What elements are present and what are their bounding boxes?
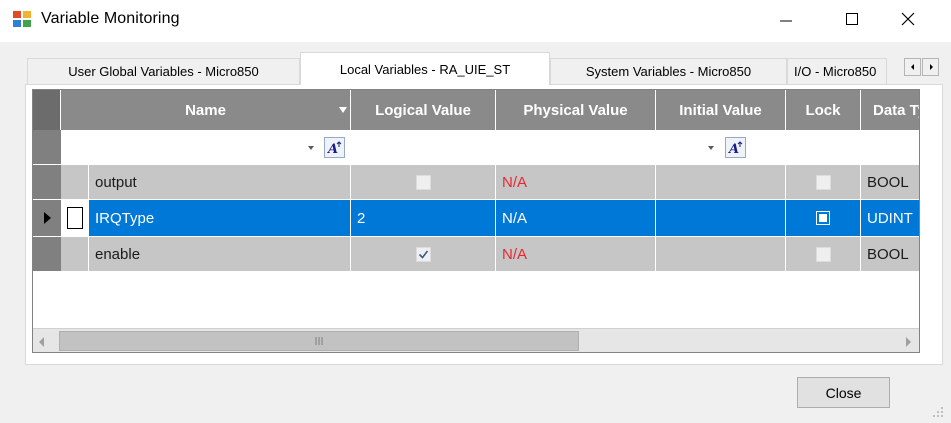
maximize-button[interactable]	[829, 0, 875, 38]
svg-text:A: A	[728, 142, 739, 155]
logical-value-checkbox[interactable]	[415, 174, 431, 190]
cell-text: 2	[357, 209, 366, 227]
tab-local-variables[interactable]: Local Variables - RA_UIE_ST	[300, 52, 550, 85]
title-bar: Variable Monitoring	[0, 0, 951, 42]
column-header-initial-value[interactable]: Initial Value	[656, 90, 786, 130]
cell-lock[interactable]	[786, 200, 861, 237]
minimize-button[interactable]	[763, 0, 809, 38]
column-header-label: Data Type	[873, 101, 919, 119]
maximize-icon	[846, 13, 858, 25]
cell-text: BOOL	[867, 173, 909, 191]
initial-value-filter-button[interactable]: A	[725, 137, 746, 158]
tab-system-variables[interactable]: System Variables - Micro850	[550, 58, 787, 84]
tab-label: User Global Variables - Micro850	[68, 64, 259, 79]
column-header-logical-value[interactable]: Logical Value	[351, 90, 496, 130]
name-filter-button[interactable]: A	[324, 137, 345, 158]
cell-text: output	[95, 173, 137, 191]
cell-lock[interactable]	[786, 165, 861, 200]
cell-initial-value[interactable]	[656, 165, 786, 200]
column-header-data-type[interactable]: Data Type	[861, 90, 919, 130]
column-header-lock[interactable]: Lock	[786, 90, 861, 130]
cell-name[interactable]: output	[89, 165, 351, 200]
variables-grid: Name Logical Value Physical Value Initia…	[32, 89, 920, 353]
close-window-button[interactable]	[885, 0, 931, 38]
cell-data-type: UDINT	[861, 200, 919, 237]
minimize-icon	[780, 20, 792, 22]
close-icon	[901, 12, 915, 26]
cell-logical-value[interactable]	[351, 237, 496, 272]
tab-label: Local Variables - RA_UIE_ST	[339, 61, 511, 77]
close-button[interactable]: Close	[797, 377, 890, 408]
cell-text: enable	[95, 245, 141, 263]
lock-checkbox[interactable]	[815, 246, 831, 262]
cell-lock[interactable]	[786, 237, 861, 272]
cell-text: N/A	[502, 209, 528, 227]
filter-font-icon: A	[327, 140, 341, 155]
cell-name[interactable]: IRQType	[89, 200, 351, 237]
row-selector[interactable]	[61, 200, 89, 237]
column-header-label: Logical Value	[375, 101, 471, 119]
row-selector[interactable]	[61, 165, 89, 200]
chevron-left-icon	[910, 64, 914, 70]
cell-physical-value: N/A	[496, 165, 656, 200]
checkmark-icon	[418, 250, 428, 259]
cell-initial-value[interactable]	[656, 237, 786, 272]
column-header-name[interactable]: Name	[61, 90, 351, 130]
row-select-box[interactable]	[66, 207, 83, 229]
cell-physical-value: N/A	[496, 200, 656, 237]
lock-checkbox[interactable]	[816, 211, 830, 225]
cell-initial-value[interactable]	[656, 200, 786, 237]
row-header[interactable]	[33, 165, 61, 200]
tab-scroll-right-button[interactable]	[922, 58, 939, 76]
row-header-corner	[33, 90, 61, 130]
column-header-physical-value[interactable]: Physical Value	[496, 90, 656, 130]
cell-logical-value[interactable]: 2	[351, 200, 496, 237]
cell-text: UDINT	[867, 209, 913, 227]
chevron-left-icon	[39, 337, 44, 347]
row-header[interactable]	[33, 237, 61, 272]
cell-name[interactable]: enable	[89, 237, 351, 272]
svg-text:A: A	[327, 142, 338, 155]
cell-physical-value: N/A	[496, 237, 656, 272]
tab-label: System Variables - Micro850	[585, 64, 752, 79]
column-header-label: Lock	[805, 101, 841, 119]
logical-value-checkbox[interactable]	[415, 246, 431, 262]
chevron-right-icon	[906, 337, 911, 347]
lock-checkbox[interactable]	[815, 174, 831, 190]
filter-font-icon: A	[728, 140, 742, 155]
cell-data-type: BOOL	[861, 237, 919, 272]
row-header	[33, 130, 61, 165]
column-header-label: Initial Value	[679, 101, 762, 119]
cell-text: N/A	[502, 245, 528, 263]
row-header-current[interactable]	[33, 200, 61, 237]
tab-strip: User Global Variables - Micro850 Local V…	[27, 52, 949, 85]
cell-text: BOOL	[867, 245, 909, 263]
current-row-arrow-icon	[44, 212, 51, 224]
filter-dropdown-arrow-icon[interactable]	[708, 146, 714, 150]
column-header-label: Physical Value	[523, 101, 628, 119]
cell-text: IRQType	[95, 209, 155, 227]
chevron-right-icon	[929, 64, 933, 70]
horizontal-scrollbar[interactable]	[33, 328, 919, 352]
cell-data-type: BOOL	[861, 165, 919, 200]
tab-user-global-variables[interactable]: User Global Variables - Micro850	[27, 58, 300, 84]
grip-lines-icon	[315, 337, 323, 345]
cell-logical-value[interactable]	[351, 165, 496, 200]
cell-text: N/A	[502, 173, 528, 191]
tab-scroll-left-button[interactable]	[904, 58, 921, 76]
row-selector[interactable]	[61, 237, 89, 272]
column-header-label: Name	[185, 101, 226, 119]
scroll-left-arrow[interactable]	[37, 335, 47, 352]
window-title: Variable Monitoring	[41, 10, 180, 27]
tab-io[interactable]: I/O - Micro850	[787, 58, 887, 84]
scrollbar-thumb[interactable]	[59, 331, 579, 351]
app-window-icon	[12, 10, 32, 28]
tab-label: I/O - Micro850	[794, 64, 877, 79]
dropdown-arrow-icon	[339, 107, 347, 113]
scroll-right-arrow[interactable]	[903, 335, 913, 352]
resize-grip-icon[interactable]	[930, 404, 944, 418]
filter-dropdown-arrow-icon[interactable]	[308, 146, 314, 150]
